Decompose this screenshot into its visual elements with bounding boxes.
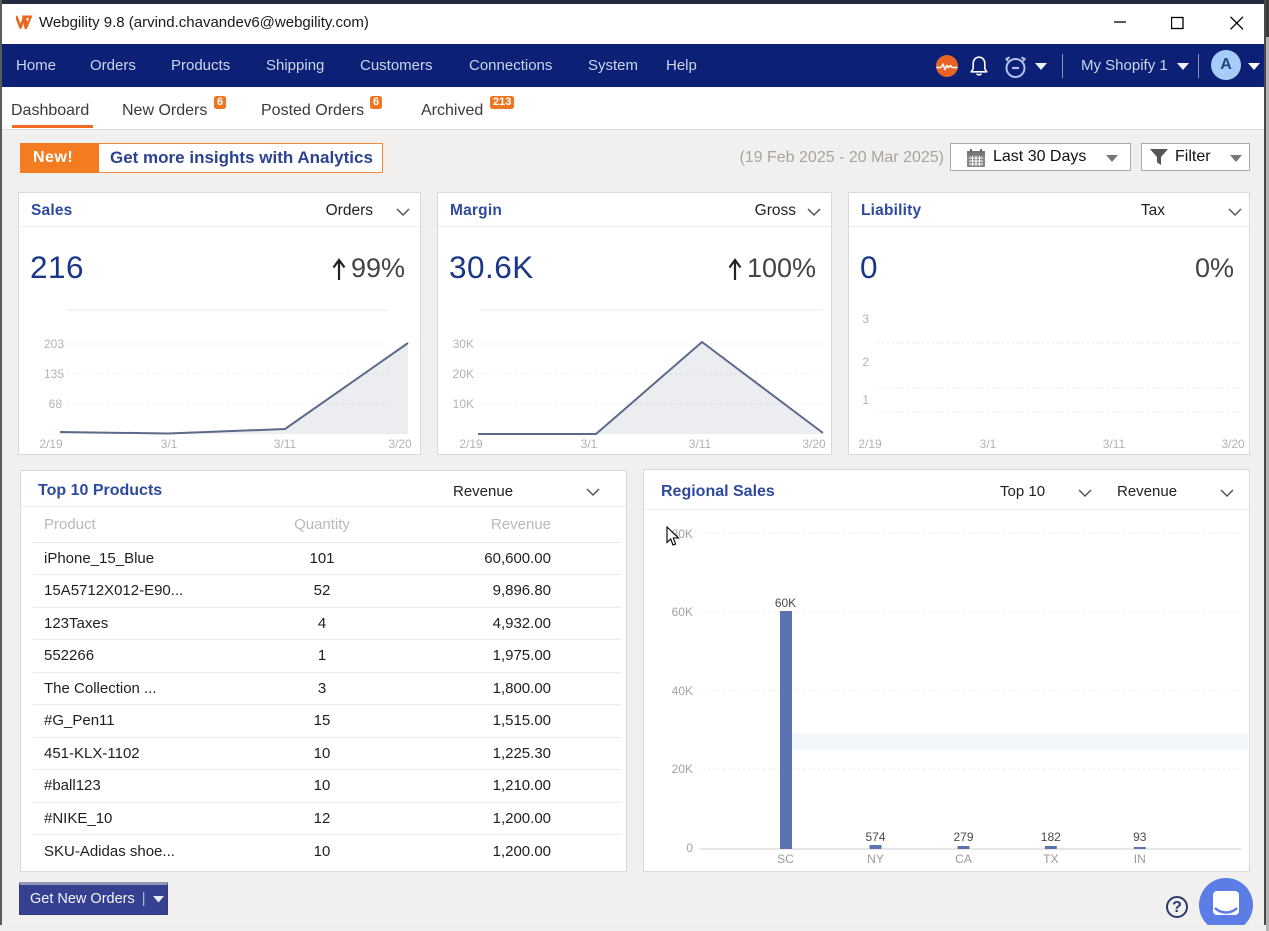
svg-text:SC: SC xyxy=(777,852,794,866)
svg-text:3/20: 3/20 xyxy=(388,437,412,451)
svg-text:3/1: 3/1 xyxy=(980,437,997,451)
svg-text:10K: 10K xyxy=(453,397,474,411)
svg-text:3/11: 3/11 xyxy=(274,437,297,451)
svg-text:NY: NY xyxy=(867,852,884,866)
svg-text:2/19: 2/19 xyxy=(459,437,483,451)
svg-text:135: 135 xyxy=(44,367,64,381)
svg-text:3/1: 3/1 xyxy=(581,437,598,451)
svg-text:574: 574 xyxy=(865,830,885,844)
svg-text:40K: 40K xyxy=(672,684,693,698)
svg-text:3: 3 xyxy=(862,312,869,326)
svg-text:2/19: 2/19 xyxy=(858,437,882,451)
svg-text:3/11: 3/11 xyxy=(689,437,712,451)
svg-text:93: 93 xyxy=(1133,830,1147,844)
svg-text:20K: 20K xyxy=(453,367,474,381)
svg-text:TX: TX xyxy=(1043,852,1058,866)
svg-text:279: 279 xyxy=(953,830,973,844)
svg-text:30K: 30K xyxy=(453,337,474,351)
svg-text:CA: CA xyxy=(955,852,972,866)
svg-text:20K: 20K xyxy=(672,762,693,776)
svg-text:3/1: 3/1 xyxy=(161,437,178,451)
svg-text:182: 182 xyxy=(1041,830,1061,844)
svg-text:203: 203 xyxy=(44,337,64,351)
svg-text:0: 0 xyxy=(686,841,693,855)
svg-text:2: 2 xyxy=(862,355,869,369)
svg-text:3/20: 3/20 xyxy=(802,437,826,451)
svg-text:60K: 60K xyxy=(672,605,693,619)
svg-text:3/20: 3/20 xyxy=(1221,437,1245,451)
svg-text:1: 1 xyxy=(862,393,869,407)
svg-text:2/19: 2/19 xyxy=(39,437,63,451)
svg-text:IN: IN xyxy=(1134,852,1146,866)
svg-text:68: 68 xyxy=(49,397,63,411)
svg-text:3/11: 3/11 xyxy=(1103,437,1126,451)
svg-text:60K: 60K xyxy=(775,596,796,610)
